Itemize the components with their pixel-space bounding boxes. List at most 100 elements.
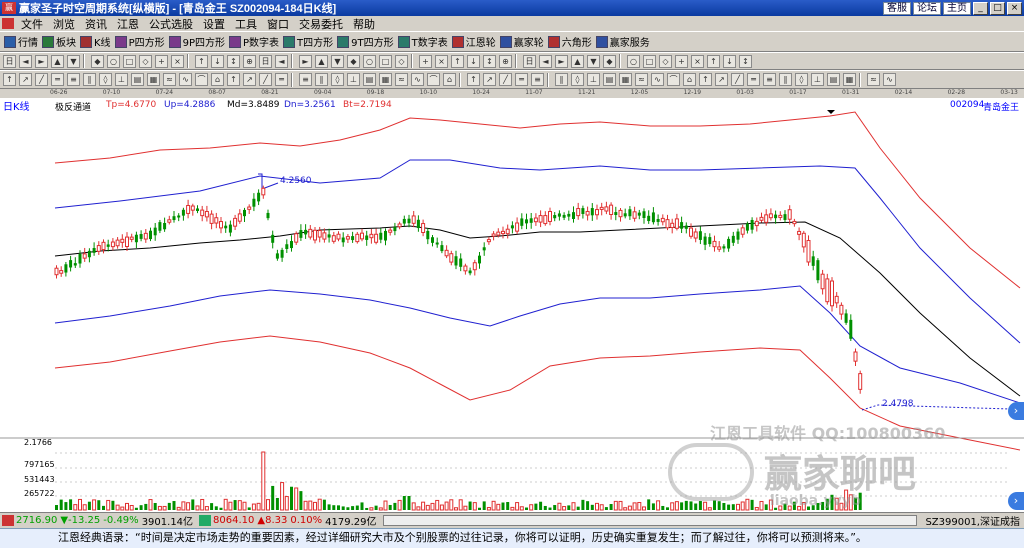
toolbar-button-2[interactable]: K线 [80, 34, 111, 49]
menu-browse[interactable]: 浏览 [48, 16, 80, 32]
tool-icon[interactable]: ↓ [723, 54, 736, 68]
tool-icon[interactable]: ▲ [315, 54, 328, 68]
toolbar-button-10[interactable]: 赢家轮 [499, 34, 544, 49]
tool-icon[interactable]: ◇ [139, 54, 152, 68]
toolbar-button-0[interactable]: 行情 [4, 34, 38, 49]
tool-icon[interactable]: ≈ [395, 73, 408, 86]
tool-icon[interactable]: ∥ [555, 73, 568, 86]
close-button[interactable]: × [1007, 1, 1022, 15]
tool-icon[interactable]: ↑ [467, 73, 480, 86]
menu-tools[interactable]: 工具 [230, 16, 262, 32]
tool-icon[interactable]: × [691, 54, 704, 68]
menu-help[interactable]: 帮助 [348, 16, 380, 32]
tool-icon[interactable]: ∥ [779, 73, 792, 86]
tool-icon[interactable]: ↑ [451, 54, 464, 68]
tool-icon[interactable]: ⊕ [499, 54, 512, 68]
tool-icon[interactable]: ╱ [259, 73, 272, 86]
toolbar-button-12[interactable]: 赢家服务 [595, 34, 650, 49]
tool-icon[interactable]: ▦ [379, 73, 392, 86]
toolbar-button-4[interactable]: 9P四方形 [168, 34, 225, 49]
tool-icon[interactable]: ↕ [739, 54, 752, 68]
tool-icon[interactable]: ↗ [715, 73, 728, 86]
menu-file[interactable]: 文件 [16, 16, 48, 32]
tool-icon[interactable]: ∿ [411, 73, 424, 86]
tool-icon[interactable]: ↓ [211, 54, 224, 68]
tool-icon[interactable]: ⊕ [243, 54, 256, 68]
tool-icon[interactable]: ⊥ [347, 73, 360, 86]
tool-icon[interactable]: ▼ [331, 54, 344, 68]
tool-icon[interactable]: ↗ [483, 73, 496, 86]
tool-icon[interactable]: ▲ [571, 54, 584, 68]
tool-icon[interactable]: ↑ [227, 73, 240, 86]
tool-icon[interactable]: × [171, 54, 184, 68]
tool-icon[interactable]: ≈ [163, 73, 176, 86]
tool-icon[interactable]: 日 [523, 54, 536, 68]
tool-icon[interactable]: ► [555, 54, 568, 68]
chart-area[interactable]: 日K线 极反通道 Tp=4.6770 Up=4.2886 Md=3.8489 D… [0, 98, 1024, 512]
tool-icon[interactable]: □ [123, 54, 136, 68]
tool-icon[interactable]: ↑ [3, 73, 16, 86]
toolbar-button-3[interactable]: P四方形 [114, 34, 165, 49]
tool-icon[interactable]: ↓ [467, 54, 480, 68]
tool-icon[interactable]: ▲ [51, 54, 64, 68]
tool-icon[interactable]: □ [379, 54, 392, 68]
tool-icon[interactable]: ○ [107, 54, 120, 68]
tool-icon[interactable]: ↗ [243, 73, 256, 86]
tool-icon[interactable]: ⊥ [811, 73, 824, 86]
menu-news[interactable]: 资讯 [80, 16, 112, 32]
tool-icon[interactable]: ▼ [67, 54, 80, 68]
toolbar-button-9[interactable]: 江恩轮 [451, 34, 496, 49]
menu-window[interactable]: 窗口 [262, 16, 294, 32]
tool-icon[interactable]: + [155, 54, 168, 68]
tool-icon[interactable]: ◆ [91, 54, 104, 68]
tool-icon[interactable]: ▤ [131, 73, 144, 86]
tool-icon[interactable]: ═ [515, 73, 528, 86]
minimize-button[interactable]: _ [973, 1, 988, 15]
tool-icon[interactable]: ◊ [99, 73, 112, 86]
tool-icon[interactable]: ≡ [67, 73, 80, 86]
link-home[interactable]: 主页 [943, 1, 971, 15]
tool-icon[interactable]: ∥ [315, 73, 328, 86]
menu-settings[interactable]: 设置 [198, 16, 230, 32]
status-scrollbar[interactable] [382, 515, 918, 526]
tool-icon[interactable]: ◆ [603, 54, 616, 68]
tool-icon[interactable]: ↕ [483, 54, 496, 68]
tool-icon[interactable]: 日 [259, 54, 272, 68]
tool-icon[interactable]: ═ [51, 73, 64, 86]
tool-icon[interactable]: ▦ [619, 73, 632, 86]
toolbar-button-7[interactable]: 9T四方形 [337, 34, 394, 49]
tool-icon[interactable]: ⌒ [427, 73, 440, 86]
tool-icon[interactable]: + [675, 54, 688, 68]
tool-icon[interactable]: ◊ [331, 73, 344, 86]
link-service[interactable]: 客服 [883, 1, 911, 15]
toolbar-button-11[interactable]: 六角形 [547, 34, 592, 49]
tool-icon[interactable]: ≈ [635, 73, 648, 86]
tool-icon[interactable]: ▤ [363, 73, 376, 86]
tool-icon[interactable]: ▦ [147, 73, 160, 86]
tool-icon[interactable]: ▼ [587, 54, 600, 68]
tool-icon[interactable]: ↑ [195, 54, 208, 68]
tool-icon[interactable]: ╱ [35, 73, 48, 86]
tool-icon[interactable]: ⌂ [443, 73, 456, 86]
tool-icon[interactable]: ∿ [883, 73, 896, 86]
tool-icon[interactable]: ∿ [179, 73, 192, 86]
tool-icon[interactable]: ═ [275, 73, 288, 86]
tool-icon[interactable]: ╱ [499, 73, 512, 86]
tool-icon[interactable]: ▦ [843, 73, 856, 86]
tool-icon[interactable]: ◆ [347, 54, 360, 68]
tool-icon[interactable]: ⊥ [587, 73, 600, 86]
tool-icon[interactable]: ○ [363, 54, 376, 68]
toolbar-button-8[interactable]: T数字表 [397, 34, 448, 49]
tool-icon[interactable]: ▤ [827, 73, 840, 86]
tool-icon[interactable]: ⌒ [195, 73, 208, 86]
tool-icon[interactable]: □ [643, 54, 656, 68]
tool-icon[interactable]: ↑ [707, 54, 720, 68]
tool-icon[interactable]: ◊ [571, 73, 584, 86]
tool-icon[interactable]: ╱ [731, 73, 744, 86]
tool-icon[interactable]: × [435, 54, 448, 68]
tool-icon[interactable]: ≡ [531, 73, 544, 86]
tool-icon[interactable]: ▤ [603, 73, 616, 86]
tool-icon[interactable]: ≈ [867, 73, 880, 86]
scroll-right-icon[interactable]: › [1008, 402, 1024, 420]
tool-icon[interactable]: ⌂ [211, 73, 224, 86]
